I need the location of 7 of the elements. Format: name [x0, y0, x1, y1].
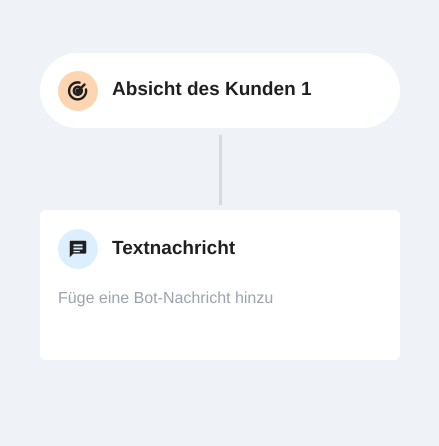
card-title: Textnachricht — [112, 236, 236, 261]
chat-icon — [58, 229, 98, 269]
card-hint: Füge eine Bot-Nachricht hinzu — [58, 289, 274, 309]
target-icon — [58, 70, 98, 110]
intent-node[interactable]: Absicht des Kunden 1 — [40, 53, 400, 128]
message-card[interactable]: Textnachricht Füge eine Bot-Nachricht hinzu — [40, 210, 400, 360]
intent-title: Absicht des Kunden 1 — [112, 78, 312, 102]
